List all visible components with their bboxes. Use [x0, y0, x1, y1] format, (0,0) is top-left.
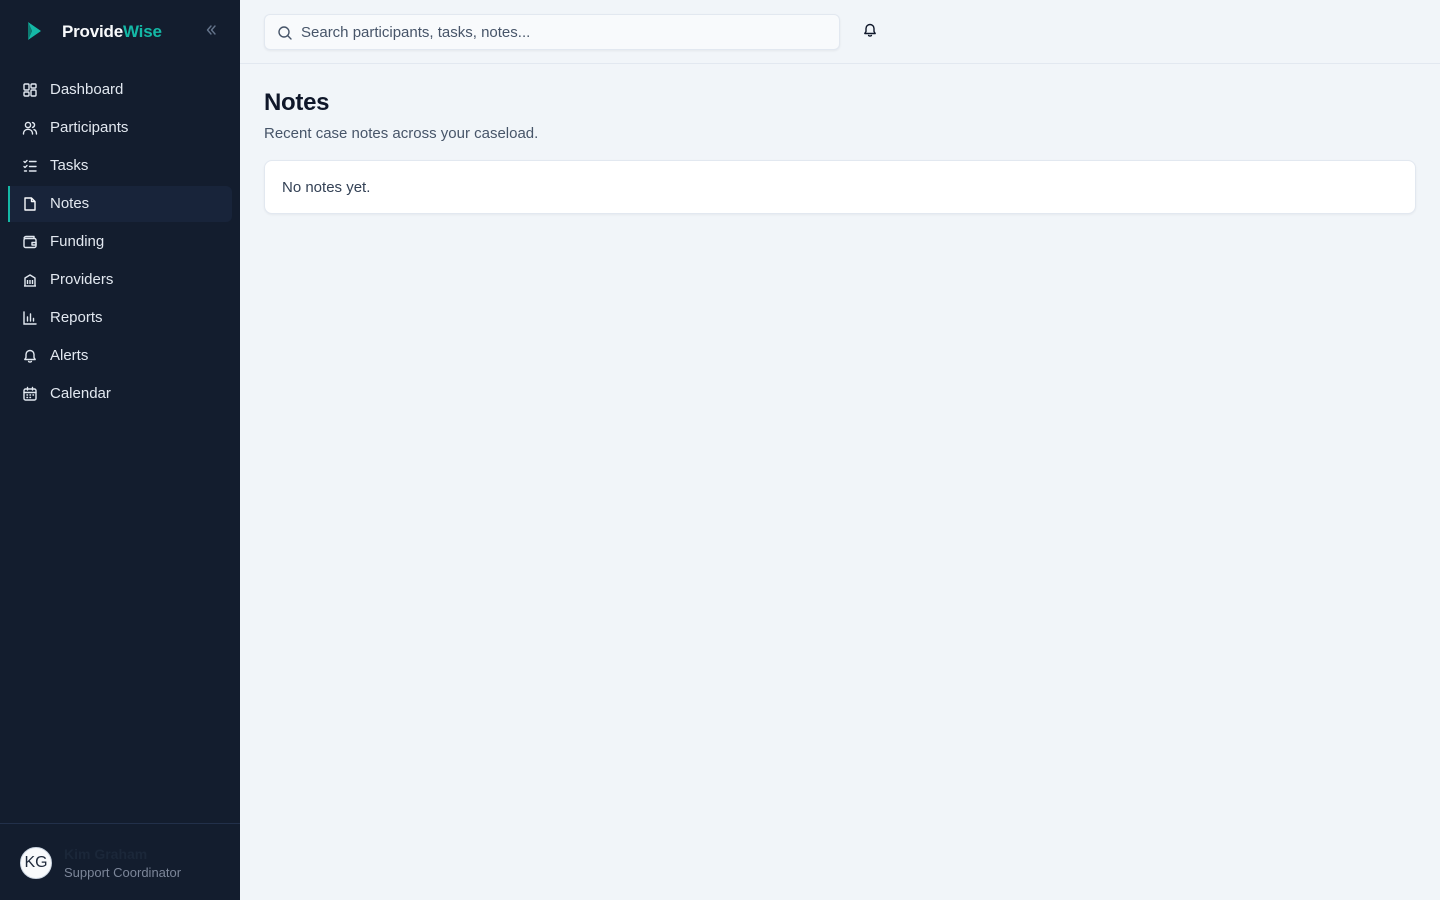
sidebar-item-funding[interactable]: Funding: [8, 224, 232, 260]
bar-chart-icon: [22, 310, 38, 326]
brand-header: ProvideWise: [0, 0, 240, 64]
notes-empty-state: No notes yet.: [264, 160, 1416, 214]
sidebar-item-reports[interactable]: Reports: [8, 300, 232, 336]
sidebar-item-label: Reports: [50, 309, 103, 326]
bell-icon: [22, 348, 38, 364]
chevron-logo-icon[interactable]: [26, 20, 44, 42]
sidebar-item-providers[interactable]: Providers: [8, 262, 232, 298]
bell-icon: [862, 22, 878, 43]
page-title: Notes: [264, 89, 330, 116]
empty-state-message: No notes yet.: [282, 179, 371, 196]
search-input[interactable]: [301, 15, 831, 49]
sidebar-item-label: Calendar: [50, 385, 111, 402]
users-icon: [22, 120, 38, 136]
sidebar-item-dashboard[interactable]: Dashboard: [8, 72, 232, 108]
grid-icon: [22, 82, 38, 98]
list-checks-icon: [22, 158, 38, 174]
sidebar-item-tasks[interactable]: Tasks: [8, 148, 232, 184]
search-box[interactable]: [264, 14, 840, 50]
user-role: Support Coordinator: [64, 865, 182, 880]
sidebar-item-notes[interactable]: Notes: [8, 186, 232, 222]
sidebar-item-label: Providers: [50, 271, 114, 288]
sidebar-item-label: Dashboard: [50, 81, 124, 98]
sidebar-item-label: Tasks: [50, 157, 89, 174]
user-name: Kim Graham: [64, 846, 148, 862]
topbar: [240, 0, 1440, 64]
page-subtitle: Recent case notes across your caseload.: [264, 125, 539, 142]
search-icon: [277, 25, 293, 41]
app-root: ProvideWise Dashboard Participants Tasks…: [0, 0, 1440, 900]
sidebar-item-label: Alerts: [50, 347, 89, 364]
building-icon: [22, 272, 38, 288]
wallet-icon: [22, 234, 38, 250]
sidebar-item-label: Funding: [50, 233, 105, 250]
sidebar-item-alerts[interactable]: Alerts: [8, 338, 232, 374]
sidebar-nav: Dashboard Participants Tasks Notes Fundi…: [8, 72, 232, 414]
double-chevron-left-icon: [204, 23, 218, 42]
brand-name[interactable]: ProvideWise: [62, 22, 162, 42]
main-content: Notes Recent case notes across your case…: [240, 64, 1440, 900]
calendar-icon: [22, 386, 38, 402]
avatar[interactable]: KG: [20, 847, 52, 879]
brand-name-part1: Provide: [62, 22, 123, 41]
sidebar-item-label: Notes: [50, 195, 90, 212]
brand-name-part2: Wise: [122, 22, 162, 41]
sidebar-item-label: Participants: [50, 119, 129, 136]
sidebar-item-participants[interactable]: Participants: [8, 110, 232, 146]
user-profile[interactable]: KG Kim Graham Support Coordinator: [0, 823, 240, 900]
sidebar: ProvideWise Dashboard Participants Tasks…: [0, 0, 240, 900]
sidebar-item-calendar[interactable]: Calendar: [8, 376, 232, 412]
file-icon: [22, 196, 38, 212]
notifications-button[interactable]: [860, 22, 880, 42]
collapse-sidebar-button[interactable]: [200, 22, 222, 42]
